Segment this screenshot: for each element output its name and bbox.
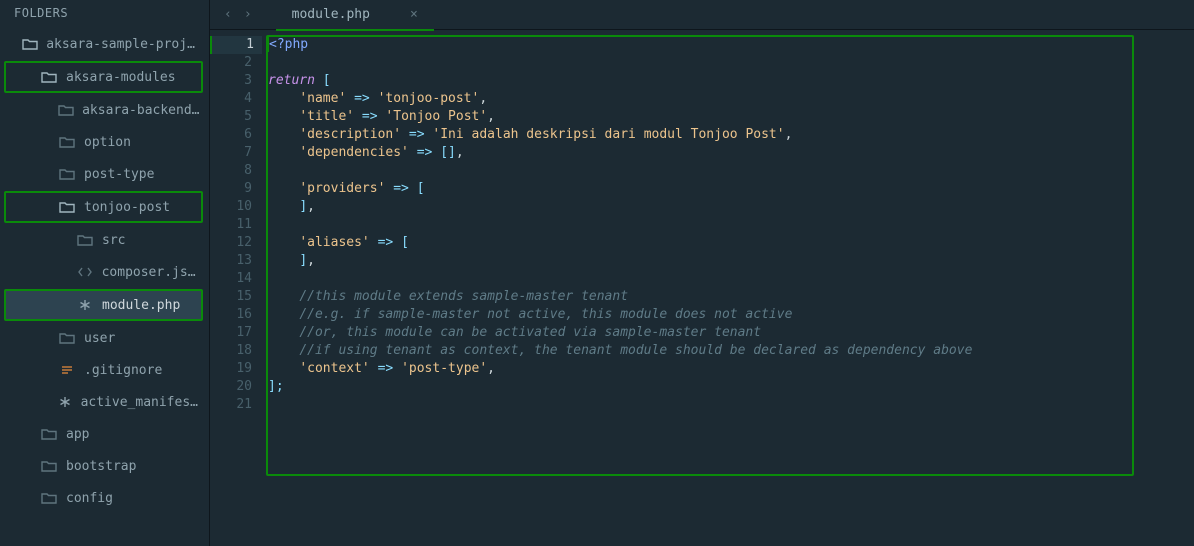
- sidebar-header: FOLDERS: [0, 0, 209, 26]
- tree-item-backend[interactable]: aksara-backend-v2: [0, 94, 209, 126]
- tree-item-composer[interactable]: composer.json: [0, 256, 209, 288]
- file-icon: [58, 361, 76, 379]
- folder-icon: [76, 231, 94, 249]
- tree-item-activemanifest[interactable]: active_manifest.php: [0, 386, 209, 418]
- folder-icon: [40, 68, 58, 86]
- file-icon: [76, 296, 94, 314]
- code-area: 123456789101112131415161718192021 <?php …: [210, 30, 1194, 546]
- folder-icon: [58, 165, 76, 183]
- tree-item-label: src: [102, 233, 125, 248]
- tab-module-php[interactable]: module.php ×: [276, 0, 434, 30]
- tree-item-bootstrap[interactable]: bootstrap: [0, 450, 209, 482]
- tree-item-src[interactable]: src: [0, 224, 209, 256]
- tree-item-user[interactable]: user: [0, 322, 209, 354]
- tree-item-label: composer.json: [102, 265, 201, 280]
- tree-item-label: config: [66, 491, 113, 506]
- editor-pane: ‹ › module.php × 12345678910111213141516…: [210, 0, 1194, 546]
- tree-item-label: active_manifest.php: [81, 395, 201, 410]
- tree-item-root[interactable]: aksara-sample-project3: [0, 28, 209, 60]
- tree-item-posttype[interactable]: post-type: [0, 158, 209, 190]
- tree-item-label: aksara-sample-project3: [46, 37, 201, 52]
- tree-item-config[interactable]: config: [0, 482, 209, 514]
- tree-item-label: option: [84, 135, 131, 150]
- folder-icon: [58, 133, 76, 151]
- tree-item-label: post-type: [84, 167, 154, 182]
- folder-sidebar: FOLDERS aksara-sample-project3 aksara-mod…: [0, 0, 210, 546]
- tab-label: module.php: [292, 7, 370, 22]
- file-icon: [76, 263, 94, 281]
- tree-item-option[interactable]: option: [0, 126, 209, 158]
- nav-forward[interactable]: ›: [238, 5, 258, 24]
- tree-item-label: tonjoo-post: [84, 200, 170, 215]
- nav-arrows: ‹ ›: [218, 5, 258, 24]
- tab-bar: ‹ › module.php ×: [210, 0, 1194, 30]
- folder-icon: [58, 101, 74, 119]
- folder-icon: [40, 425, 58, 443]
- folder-icon: [58, 198, 76, 216]
- tree-item-label: bootstrap: [66, 459, 136, 474]
- folder-icon: [22, 35, 38, 53]
- tree-item-gitignore[interactable]: .gitignore: [0, 354, 209, 386]
- code-content[interactable]: <?php return [ 'name' => 'tonjoo-post', …: [262, 32, 1194, 546]
- tree-item-label: .gitignore: [84, 363, 162, 378]
- tree-item-app[interactable]: app: [0, 418, 209, 450]
- file-icon: [58, 393, 73, 411]
- nav-back[interactable]: ‹: [218, 5, 238, 24]
- tree-item-modulephp[interactable]: module.php: [4, 289, 203, 321]
- tree-item-aksara-modules[interactable]: aksara-modules: [4, 61, 203, 93]
- tree-item-label: app: [66, 427, 89, 442]
- folder-icon: [58, 329, 76, 347]
- tree-item-label: aksara-backend-v2: [82, 103, 201, 118]
- folder-icon: [40, 457, 58, 475]
- tree-item-label: module.php: [102, 298, 180, 313]
- folder-icon: [40, 489, 58, 507]
- tree-item-label: aksara-modules: [66, 70, 176, 85]
- line-gutter: 123456789101112131415161718192021: [210, 32, 262, 546]
- close-icon[interactable]: ×: [410, 7, 418, 22]
- folder-tree: aksara-sample-project3 aksara-modules aksa…: [0, 26, 209, 546]
- tree-item-label: user: [84, 331, 115, 346]
- tree-item-tonjoo[interactable]: tonjoo-post: [4, 191, 203, 223]
